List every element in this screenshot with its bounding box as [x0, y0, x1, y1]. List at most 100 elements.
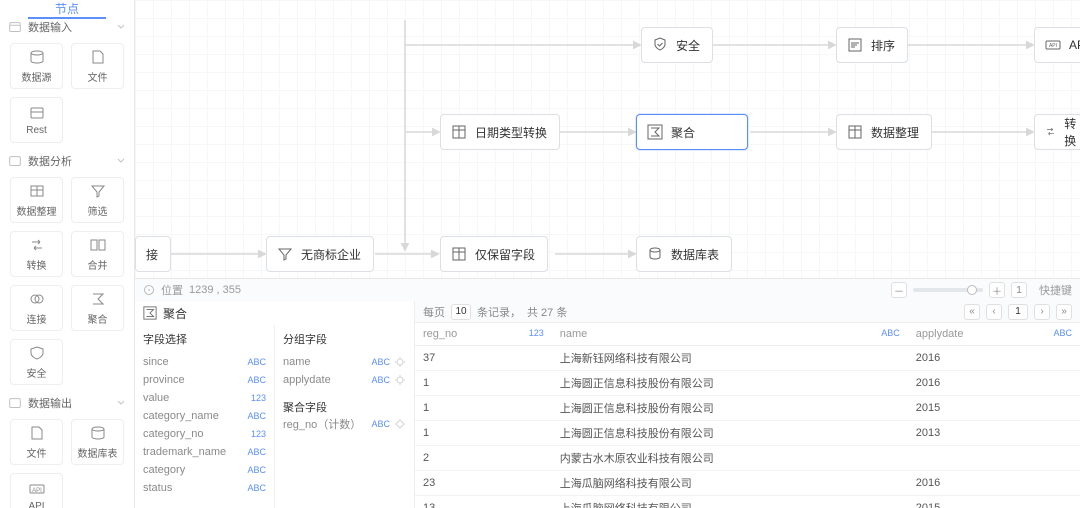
cell: 上海新钰网络科技有限公司: [552, 345, 908, 370]
total-label: 共 27 条: [527, 304, 567, 320]
palette-label: 聚合: [88, 311, 108, 326]
group-column-title: 分组字段: [283, 331, 406, 347]
gear-icon[interactable]: [394, 418, 406, 430]
zoom-in-button[interactable]: ＋: [989, 282, 1005, 298]
flow-canvas[interactable]: 安全 排序 APIAPI 日期类型转换 聚合 数据整理 转换 接 无商标企业 仅…: [135, 0, 1080, 278]
field-row[interactable]: provinceABC: [143, 371, 266, 389]
zoom-out-button[interactable]: －: [891, 282, 907, 298]
per-page-value[interactable]: 10: [451, 304, 471, 320]
prev-page-button[interactable]: ‹: [986, 304, 1002, 320]
table-row[interactable]: 37上海新钰网络科技有限公司2016: [415, 345, 1080, 370]
node-aggregate[interactable]: 聚合: [636, 114, 748, 150]
field-name: name: [283, 356, 371, 368]
node-api[interactable]: APIAPI: [1034, 27, 1080, 63]
node-trans[interactable]: 转换: [1034, 114, 1080, 150]
shortcut-label[interactable]: 快捷键: [1039, 282, 1072, 298]
zoom-reset-button[interactable]: 1: [1011, 282, 1027, 298]
tidy-icon: [847, 124, 863, 140]
field-name: status: [143, 482, 247, 494]
node-dbtable[interactable]: 数据库表: [636, 236, 732, 272]
svg-text:API: API: [32, 488, 42, 494]
sidebar-section-input[interactable]: 数据输入: [0, 19, 134, 35]
table-row[interactable]: 1上海圆正信息科技股份有限公司2015: [415, 395, 1080, 420]
type-tag: 123: [251, 429, 266, 439]
palette-out-file[interactable]: 文件: [10, 419, 63, 465]
db-icon: [28, 49, 46, 65]
field-row[interactable]: category_nameABC: [143, 407, 266, 425]
column-name: reg_no: [423, 328, 457, 340]
palette-rest[interactable]: Rest: [10, 97, 63, 143]
type-tag: ABC: [247, 375, 266, 385]
palette-safe[interactable]: 安全: [10, 339, 63, 385]
palette-tidy[interactable]: 数据整理: [10, 177, 63, 223]
palette-filter[interactable]: 筛选: [71, 177, 124, 223]
palette-convert[interactable]: 转换: [10, 231, 63, 277]
first-page-button[interactable]: «: [964, 304, 980, 320]
shield-icon: [28, 345, 46, 361]
zoom-slider[interactable]: [913, 288, 983, 292]
config-title: 聚合: [135, 301, 414, 325]
current-page: 1: [1008, 304, 1028, 320]
agg-icon: [89, 291, 107, 307]
palette-aggregate[interactable]: 聚合: [71, 285, 124, 331]
node-notrademark[interactable]: 无商标企业: [266, 236, 374, 272]
palette-merge[interactable]: 合并: [71, 231, 124, 277]
palette-label: 文件: [88, 69, 108, 84]
column-header[interactable]: reg_no123: [415, 323, 552, 345]
field-row[interactable]: statusABC: [143, 479, 266, 497]
sidebar-section-analysis[interactable]: 数据分析: [0, 153, 134, 169]
palette-out-dbtable[interactable]: 数据库表: [71, 419, 124, 465]
field-row[interactable]: category_no123: [143, 425, 266, 443]
sidebar-section-output[interactable]: 数据输出: [0, 395, 134, 411]
palette-file[interactable]: 文件: [71, 43, 124, 89]
last-page-button[interactable]: »: [1056, 304, 1072, 320]
table-row[interactable]: 2内蒙古水木原农业科技有限公司: [415, 445, 1080, 470]
table-row[interactable]: 23上海瓜脑网络科技有限公司2016: [415, 470, 1080, 495]
field-row[interactable]: reg_no（计数）ABC: [283, 415, 406, 433]
palette-label: 连接: [27, 311, 47, 326]
column-header[interactable]: applydateABC: [908, 323, 1080, 345]
gear-icon[interactable]: [394, 356, 406, 368]
field-row[interactable]: sinceABC: [143, 353, 266, 371]
panel-toolbar: 位置 1239 , 355 － ＋ 1 快捷键: [135, 279, 1080, 301]
tidy-icon: [451, 246, 467, 262]
palette-label: 安全: [27, 365, 47, 380]
table-row[interactable]: 13上海瓜脑网络科技有限公司2015: [415, 495, 1080, 508]
sidebar-tab-nodes[interactable]: 节点: [28, 0, 106, 19]
palette-join[interactable]: 连接: [10, 285, 63, 331]
input-icon: [8, 20, 22, 34]
sidebar: 节点 数据输入 数据源 文件 Rest 数据分析 数据整理 筛选 转换 合并 连…: [0, 0, 135, 508]
node-conn[interactable]: 接: [135, 236, 171, 272]
field-row[interactable]: nameABC: [283, 353, 406, 371]
type-tag: ABC: [247, 357, 266, 367]
per-page-label: 每页: [423, 304, 445, 320]
palette-datasource[interactable]: 数据源: [10, 43, 63, 89]
cell: 2015: [908, 495, 1080, 508]
chevron-down-icon: [116, 156, 126, 166]
node-label: 无商标企业: [301, 246, 361, 263]
palette-out-api[interactable]: APIAPI: [10, 473, 63, 508]
field-row[interactable]: value123: [143, 389, 266, 407]
column-header[interactable]: nameABC: [552, 323, 908, 345]
field-row[interactable]: trademark_nameABC: [143, 443, 266, 461]
node-sort[interactable]: 排序: [836, 27, 908, 63]
table-row[interactable]: 1上海圆正信息科技股份有限公司2016: [415, 370, 1080, 395]
field-row[interactable]: categoryABC: [143, 461, 266, 479]
next-page-button[interactable]: ›: [1034, 304, 1050, 320]
sort-icon: [847, 37, 863, 53]
type-tag: ABC: [371, 375, 390, 385]
node-datecast[interactable]: 日期类型转换: [440, 114, 560, 150]
node-keepfields[interactable]: 仅保留字段: [440, 236, 548, 272]
main: 安全 排序 APIAPI 日期类型转换 聚合 数据整理 转换 接 无商标企业 仅…: [135, 0, 1080, 508]
type-tag: ABC: [247, 465, 266, 475]
field-row[interactable]: applydateABC: [283, 371, 406, 389]
type-tag: ABC: [247, 411, 266, 421]
node-safe[interactable]: 安全: [641, 27, 713, 63]
node-tidy[interactable]: 数据整理: [836, 114, 932, 150]
dbtable-icon: [89, 425, 107, 441]
convert-icon: [28, 237, 46, 253]
gear-icon[interactable]: [394, 374, 406, 386]
table-row[interactable]: 1上海圆正信息科技股份有限公司2013: [415, 420, 1080, 445]
convert-icon: [1045, 124, 1056, 140]
cell: 13: [415, 495, 552, 508]
